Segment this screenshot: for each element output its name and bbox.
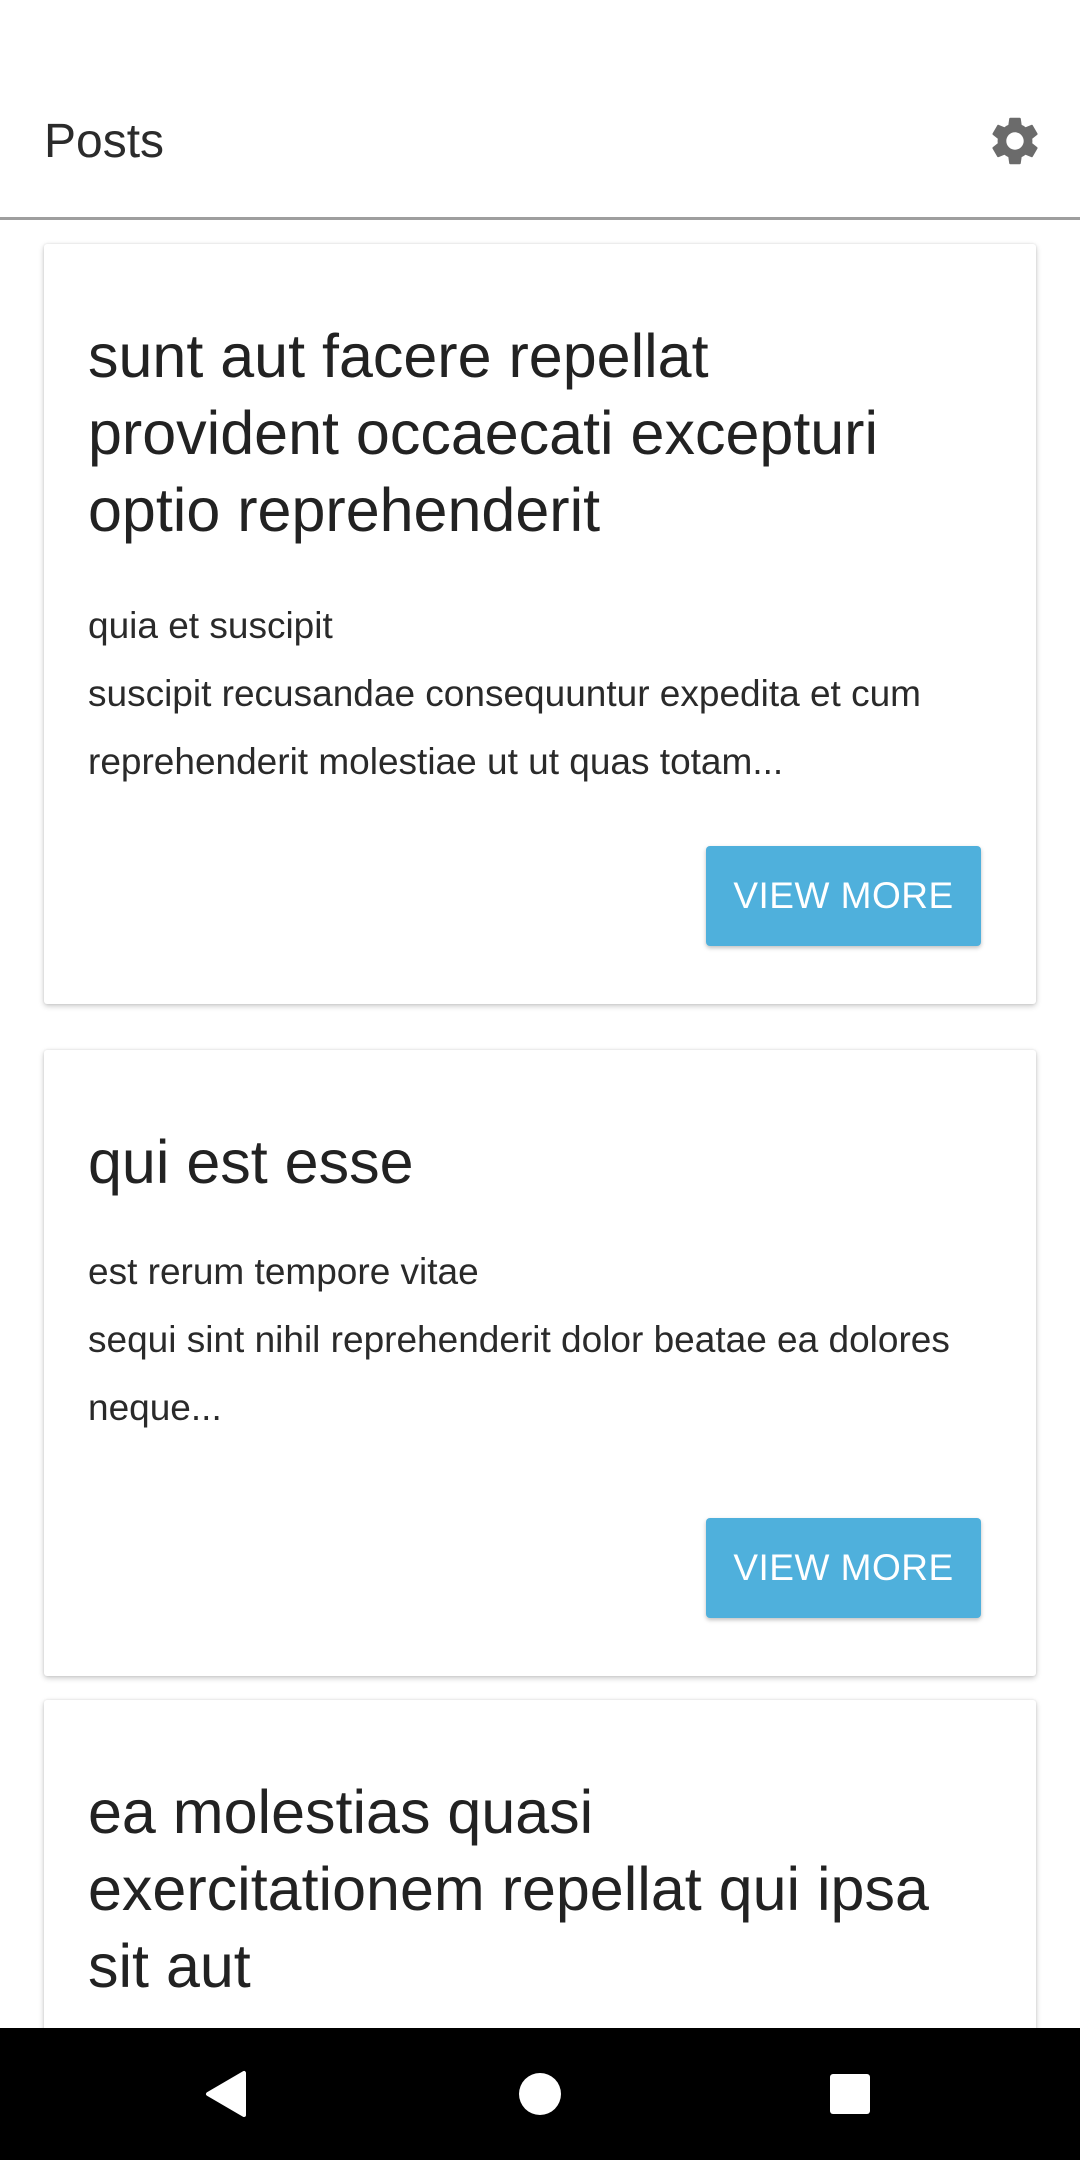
post-body: quia et suscipit suscipit recusandae con…	[88, 605, 922, 782]
view-more-button[interactable]: VIEW MORE	[706, 1518, 981, 1618]
settings-button[interactable]	[980, 106, 1050, 176]
home-button[interactable]	[508, 2062, 572, 2126]
posts-list[interactable]: sunt aut facere repellat provident occae…	[0, 220, 1080, 2028]
home-icon	[519, 2073, 561, 2115]
post-body: est rerum tempore vitae sequi sint nihil…	[88, 1251, 950, 1428]
back-icon	[206, 2071, 246, 2117]
post-title: qui est esse	[88, 1128, 414, 1196]
post-title: ea molestias quasi exercitationem repell…	[88, 1778, 929, 2000]
navigation-bar	[0, 2028, 1080, 2160]
post-card: ea molestias quasi exercitationem repell…	[44, 1700, 1036, 2028]
recents-icon	[830, 2074, 870, 2114]
status-bar	[0, 0, 1080, 66]
view-more-button[interactable]: VIEW MORE	[706, 846, 981, 946]
recents-button[interactable]	[818, 2062, 882, 2126]
back-button[interactable]	[194, 2062, 258, 2126]
app-bar: Posts	[0, 66, 1080, 220]
screen: Posts sunt aut facere repellat provident…	[0, 0, 1080, 2160]
page-title: Posts	[44, 115, 165, 168]
gear-icon	[992, 117, 1038, 165]
post-card: sunt aut facere repellat provident occae…	[44, 244, 1036, 1004]
post-card: qui est esse est rerum tempore vitae seq…	[44, 1050, 1036, 1676]
post-title: sunt aut facere repellat provident occae…	[88, 322, 879, 544]
